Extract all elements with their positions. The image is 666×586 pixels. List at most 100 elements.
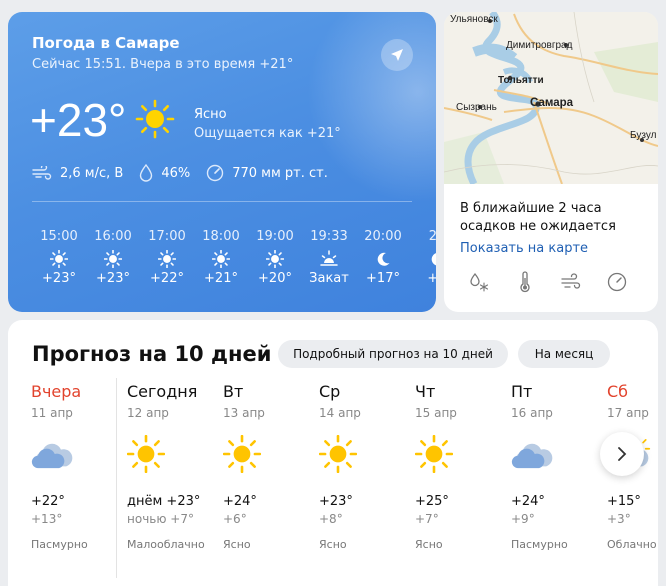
- map-label-syzran: Сызрань: [456, 102, 497, 113]
- feels-like: Ощущается как +21°: [194, 126, 341, 141]
- map-layer-precipitation[interactable]: [468, 271, 514, 293]
- day-column[interactable]: Сегодня 12 апр днём +23° ночью +7° Малоо…: [127, 382, 223, 554]
- hour-time: 21: [428, 229, 436, 244]
- humidity-value: 46%: [161, 165, 191, 181]
- day-date: 11 апр: [31, 406, 73, 420]
- humidity-stat: 46%: [139, 164, 190, 182]
- hourly-forecast[interactable]: 15:00 +23° 16:00 +23° 17:00 +22° 18:00 +21°…: [32, 229, 436, 289]
- map-label-tolyatti: Тольятти: [498, 75, 544, 86]
- scroll-next-button[interactable]: [600, 432, 644, 476]
- precipitation-icon: [470, 272, 489, 292]
- hour-item: 18:00 +21°: [194, 229, 248, 289]
- day-condition: Пасмурно: [31, 538, 88, 551]
- day-low-temp: +7°: [415, 512, 439, 526]
- sun-icon: [194, 247, 248, 271]
- day-low-temp: ночью +7°: [127, 512, 194, 526]
- hour-temp: Закат: [309, 271, 349, 286]
- hour-item: 16:00 +23°: [86, 229, 140, 289]
- clear-sky-icon: [135, 99, 175, 143]
- detailed-forecast-button[interactable]: Подробный прогноз на 10 дней: [278, 340, 508, 368]
- day-condition: Малооблачно: [127, 538, 205, 551]
- hour-temp: +22°: [150, 271, 184, 286]
- day-high-temp: +24°: [223, 494, 257, 509]
- hour-temp: +17°: [366, 271, 400, 286]
- forecast-title: Прогноз на 10 дней: [32, 342, 272, 366]
- day-high-temp: +22°: [31, 494, 65, 509]
- hour-item: 21 +1: [410, 229, 436, 289]
- pressure-gauge-icon: [607, 272, 627, 292]
- day-date: 12 апр: [127, 406, 169, 420]
- day-high-temp: +15°: [607, 494, 641, 509]
- day-date: 13 апр: [223, 406, 265, 420]
- pressure-gauge-icon: [207, 164, 224, 182]
- region-map[interactable]: Ульяновск Димитровград Тольятти Самара С…: [444, 12, 658, 184]
- day-name: Сб: [607, 382, 629, 401]
- location-arrow-icon: [391, 49, 403, 61]
- hour-time: 19:33: [310, 229, 348, 244]
- day-name: Вчера: [31, 382, 82, 401]
- hour-item: 19:00 +20°: [248, 229, 302, 289]
- day-name: Чт: [415, 382, 436, 401]
- thermometer-icon: [520, 271, 530, 293]
- sun-icon: [248, 247, 302, 271]
- day-date: 15 апр: [415, 406, 457, 420]
- day-name: Вт: [223, 382, 244, 401]
- hour-time: 20:00: [364, 229, 402, 244]
- hour-time: 16:00: [94, 229, 132, 244]
- map-layer-wind[interactable]: [560, 271, 606, 293]
- sun-icon: [140, 247, 194, 271]
- current-stats: 2,6 м/с, В 46% 770 мм рт. ст.: [32, 164, 344, 182]
- sunset-icon: [302, 247, 356, 271]
- day-low-temp: +8°: [319, 512, 343, 526]
- day-column[interactable]: Вчера 11 апр +22° +13° Пасмурно: [31, 382, 127, 554]
- hour-temp: +23°: [96, 271, 130, 286]
- map-layer-pressure[interactable]: [606, 271, 652, 293]
- chevron-right-icon: [618, 447, 627, 461]
- day-columns[interactable]: Вчера 11 апр +22° +13° Пасмурно Сегодня 1…: [8, 382, 658, 582]
- moon-icon: [410, 247, 436, 271]
- precipitation-map-card[interactable]: Ульяновск Димитровград Тольятти Самара С…: [444, 12, 658, 312]
- day-date: 14 апр: [319, 406, 361, 420]
- sun-icon: [223, 424, 319, 484]
- day-condition: Облачно с прояснен: [607, 538, 658, 551]
- day-column[interactable]: Вт 13 апр +24° +6° Ясно: [223, 382, 319, 554]
- day-name: Ср: [319, 382, 341, 401]
- sun-glow: [298, 12, 436, 212]
- day-column[interactable]: Чт 15 апр +25° +7° Ясно: [415, 382, 511, 554]
- location-button[interactable]: [381, 39, 413, 71]
- map-layer-icons: [468, 271, 652, 293]
- hour-time: 18:00: [202, 229, 240, 244]
- hour-item: 19:33 Закат: [302, 229, 356, 289]
- pressure-stat: 770 мм рт. ст.: [206, 164, 328, 182]
- hour-time: 15:00: [40, 229, 78, 244]
- day-column[interactable]: Ср 14 апр +23° +8° Ясно: [319, 382, 415, 554]
- day-high-temp: +23°: [319, 494, 353, 509]
- current-temperature: +23°: [30, 94, 127, 146]
- hour-temp: +23°: [42, 271, 76, 286]
- hour-temp: +21°: [204, 271, 238, 286]
- map-label-ulyanovsk: Ульяновск: [450, 14, 498, 25]
- wind-stat: 2,6 м/с, В: [32, 166, 123, 181]
- map-layer-temperature[interactable]: [514, 271, 560, 293]
- day-name: Пт: [511, 382, 533, 401]
- sun-icon: [415, 424, 511, 484]
- hour-time: 17:00: [148, 229, 186, 244]
- day-column[interactable]: Пт 16 апр +24° +9° Пасмурно: [511, 382, 607, 554]
- current-subtitle: Сейчас 15:51. Вчера в это время +21°: [32, 57, 294, 72]
- hour-item: 17:00 +22°: [140, 229, 194, 289]
- day-low-temp: +9°: [511, 512, 535, 526]
- day-high-temp: +25°: [415, 494, 449, 509]
- show-on-map-link[interactable]: Показать на карте: [460, 241, 588, 256]
- hour-time: 19:00: [256, 229, 294, 244]
- day-date: 16 апр: [511, 406, 553, 420]
- map-label-buzuluk: Бузул: [630, 130, 657, 141]
- current-weather-card[interactable]: Погода в Самаре Сейчас 15:51. Вчера в эт…: [8, 12, 436, 312]
- month-forecast-button[interactable]: На месяц: [518, 340, 610, 368]
- hour-item: 15:00 +23°: [32, 229, 86, 289]
- day-name: Сегодня: [127, 382, 198, 401]
- precipitation-message: В ближайшие 2 часа осадков не ожидается: [460, 201, 616, 234]
- ten-day-forecast-card: Прогноз на 10 дней Подробный прогноз на …: [8, 320, 658, 586]
- day-low-temp: +3°: [607, 512, 631, 526]
- current-title[interactable]: Погода в Самаре: [32, 34, 180, 52]
- day-date: 17 апр: [607, 406, 649, 420]
